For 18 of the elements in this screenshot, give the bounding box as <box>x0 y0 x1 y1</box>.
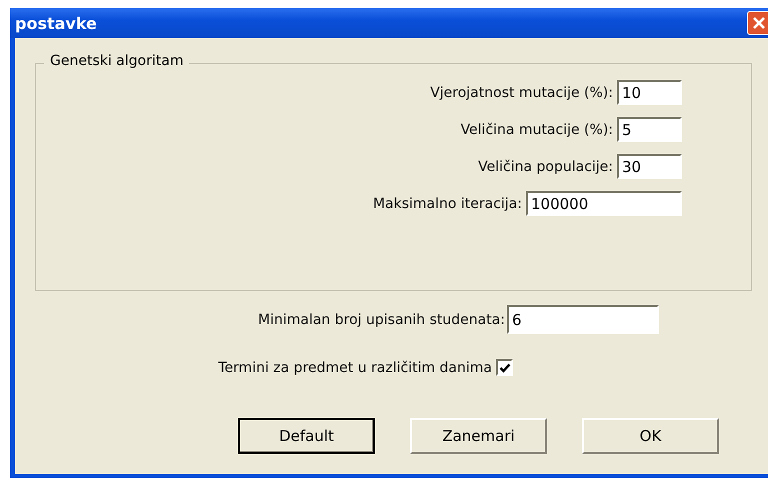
checkbox-label: Termini za predmet u različitim danima <box>218 360 492 376</box>
checkbox[interactable] <box>496 359 513 376</box>
field-label: Vjerojatnost mutacije (%): <box>430 84 613 100</box>
dialog-button[interactable]: Zanemari <box>410 418 547 454</box>
field-label: Maksimalno iteracija: <box>372 196 522 212</box>
input-field[interactable]: 100000 <box>526 191 682 216</box>
input-field[interactable]: 30 <box>617 154 682 179</box>
input-field[interactable]: 5 <box>617 117 682 142</box>
dialog-button[interactable]: Default <box>238 418 375 454</box>
dialog-button[interactable]: OK <box>582 418 719 454</box>
window-title: postavke <box>15 14 97 32</box>
field-label: Veličina populacije: <box>478 158 613 174</box>
close-icon[interactable] <box>747 11 768 35</box>
field-label: Minimalan broj upisanih studenata: <box>258 312 505 328</box>
group-title: Genetski algoritam <box>44 53 190 69</box>
input-field[interactable]: 6 <box>507 305 659 334</box>
input-field[interactable]: 10 <box>617 80 682 105</box>
field-label: Veličina mutacije (%): <box>460 122 613 138</box>
